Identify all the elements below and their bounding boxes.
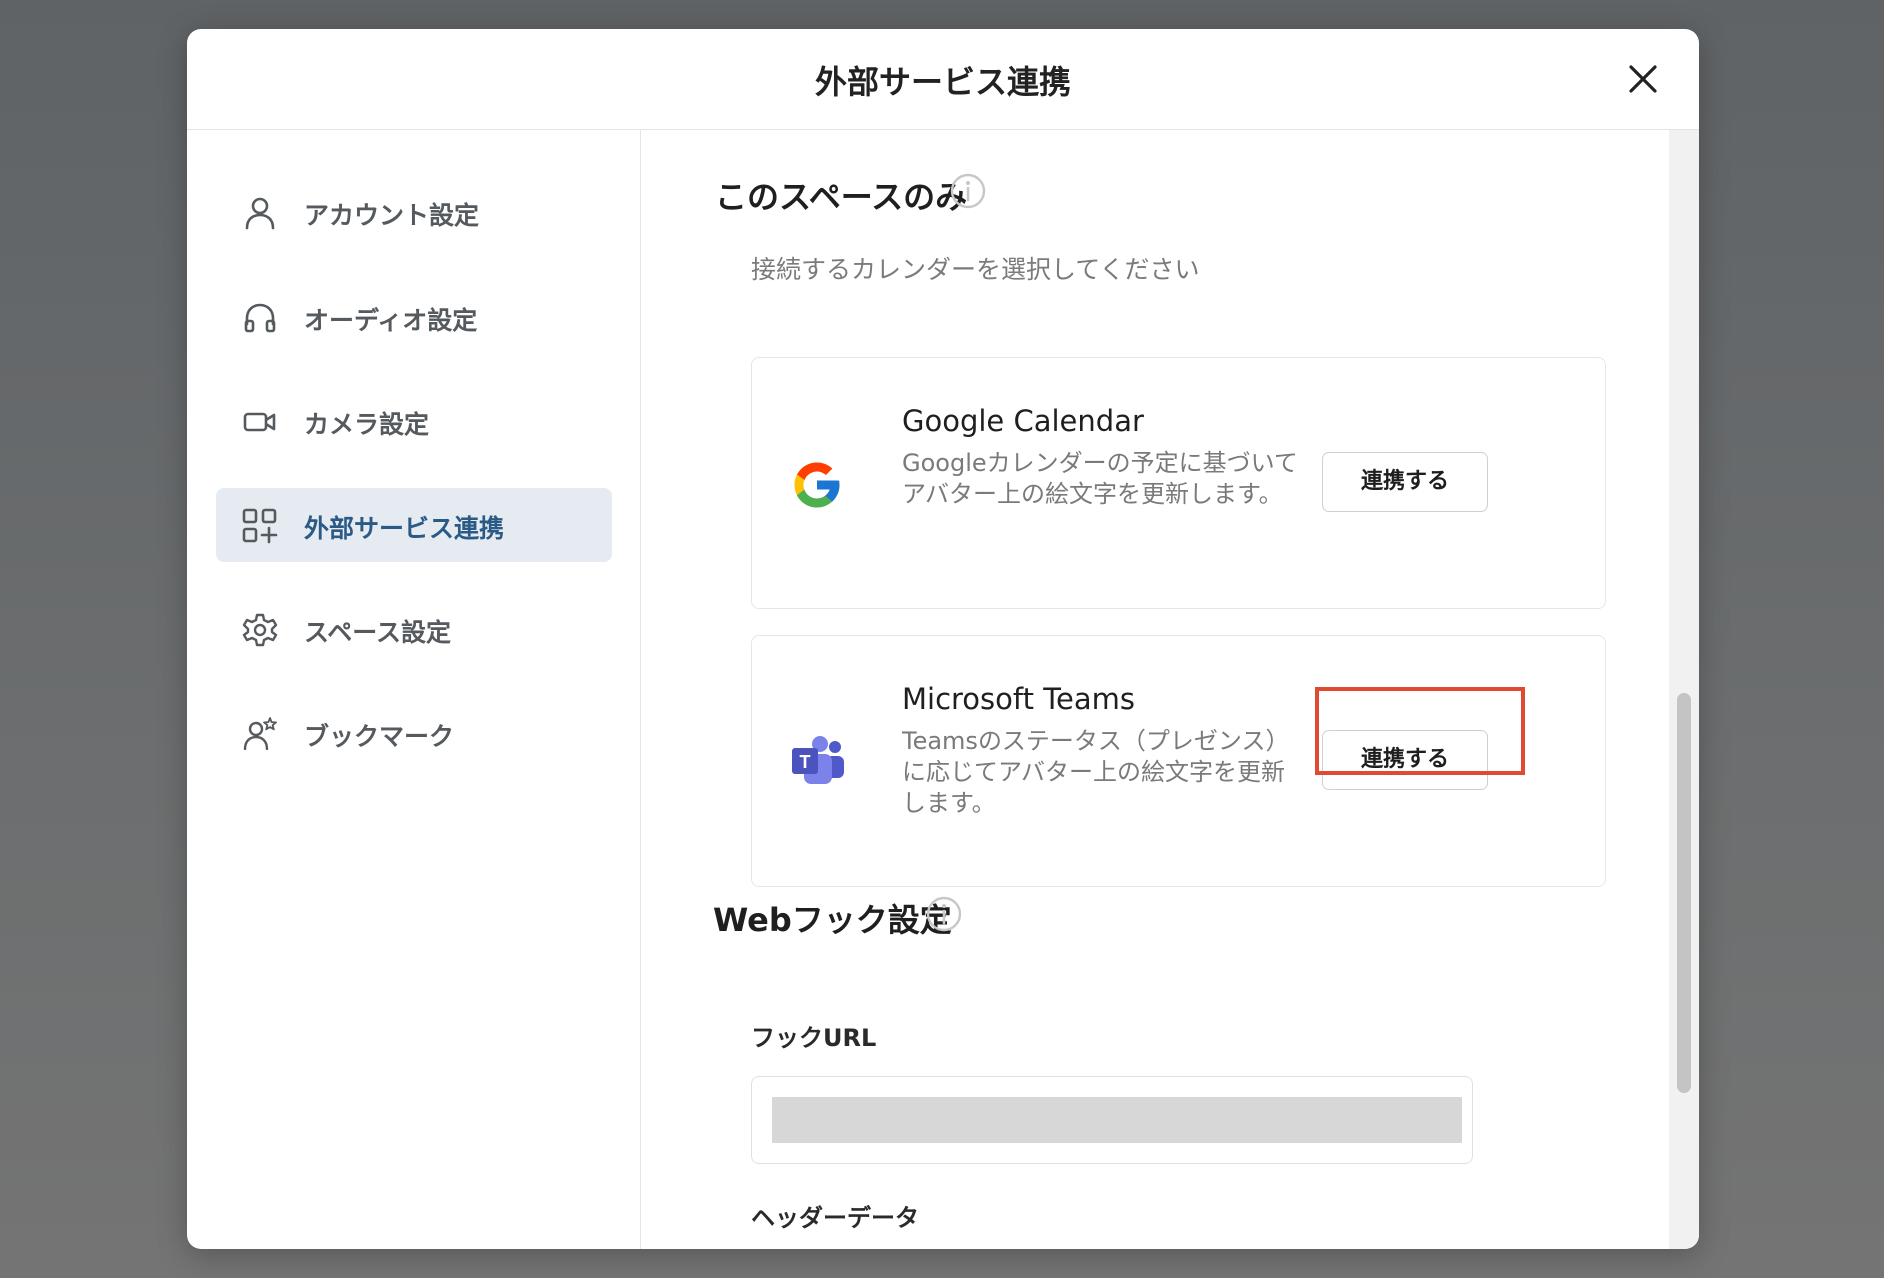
microsoft-teams-description: Teamsのステータス（プレゼンス）に応じてアバター上の絵文字を更新します。	[902, 727, 1290, 817]
modal-title: 外部サービス連携	[814, 63, 1071, 101]
sidebar-item-camera-settings[interactable]: カメラ設定	[216, 384, 612, 458]
google-logo-icon	[794, 462, 840, 508]
space-only-section-title: このスペースのみ	[715, 178, 968, 216]
sidebar-item-label: ブックマーク	[304, 722, 455, 751]
hook-url-label: フックURL	[751, 1024, 877, 1052]
sidebar-item-bookmarks[interactable]: ブックマーク	[216, 696, 612, 770]
svg-text:T: T	[800, 752, 811, 772]
sidebar-item-space-settings[interactable]: スペース設定	[216, 592, 612, 666]
google-calendar-title: Google Calendar	[902, 404, 1144, 438]
microsoft-teams-card: T Microsoft Teams Teamsのステータス（プレゼンス）に応じて…	[751, 635, 1606, 887]
apps-add-icon	[242, 508, 278, 544]
user-icon	[245, 197, 275, 230]
close-button[interactable]	[1623, 59, 1663, 99]
sidebar-item-label: アカウント設定	[304, 201, 480, 230]
close-icon	[1629, 65, 1657, 93]
headphones-icon	[244, 303, 276, 333]
settings-sidebar: アカウント設定 オーディオ設定 カメラ設定 外部サービス連携 スペース設定 ブッ…	[187, 130, 641, 1249]
settings-modal: 外部サービス連携 アカウント設定 オーディオ設定 カメラ設定 外部サービス連携 …	[187, 29, 1699, 1249]
google-calendar-card: Google Calendar Googleカレンダーの予定に基づいてアバター上…	[751, 357, 1606, 609]
content-scrollbar[interactable]	[1669, 130, 1699, 1249]
sidebar-item-label: 外部サービス連携	[304, 514, 505, 543]
sidebar-item-account-settings[interactable]: アカウント設定	[216, 175, 612, 249]
google-calendar-connect-button[interactable]: 連携する	[1322, 452, 1488, 512]
gear-icon	[242, 613, 278, 647]
settings-content: このスペースのみ 接続するカレンダーを選択してください Google Calen…	[641, 130, 1699, 1249]
webhook-section-title: Webフック設定	[713, 901, 952, 939]
microsoft-teams-logo-icon: T	[792, 736, 844, 784]
microsoft-teams-title: Microsoft Teams	[902, 682, 1135, 716]
sidebar-item-external-services[interactable]: 外部サービス連携	[216, 488, 612, 562]
sidebar-item-label: オーディオ設定	[304, 306, 478, 335]
sidebar-item-label: スペース設定	[304, 618, 452, 647]
hook-url-input[interactable]	[751, 1076, 1473, 1164]
redacted-value	[772, 1097, 1462, 1143]
microsoft-teams-connect-button[interactable]: 連携する	[1322, 730, 1488, 790]
modal-header: 外部サービス連携	[187, 29, 1699, 130]
video-camera-icon	[243, 412, 276, 432]
info-icon[interactable]	[950, 173, 986, 209]
user-star-icon	[243, 717, 277, 751]
sidebar-item-audio-settings[interactable]: オーディオ設定	[216, 280, 612, 354]
header-data-label: ヘッダーデータ	[751, 1204, 919, 1232]
calendar-select-hint: 接続するカレンダーを選択してください	[751, 255, 1200, 284]
google-calendar-description: Googleカレンダーの予定に基づいてアバター上の絵文字を更新します。	[902, 449, 1298, 508]
info-icon[interactable]	[926, 896, 962, 932]
scrollbar-thumb[interactable]	[1677, 693, 1691, 1093]
sidebar-item-label: カメラ設定	[304, 410, 430, 439]
